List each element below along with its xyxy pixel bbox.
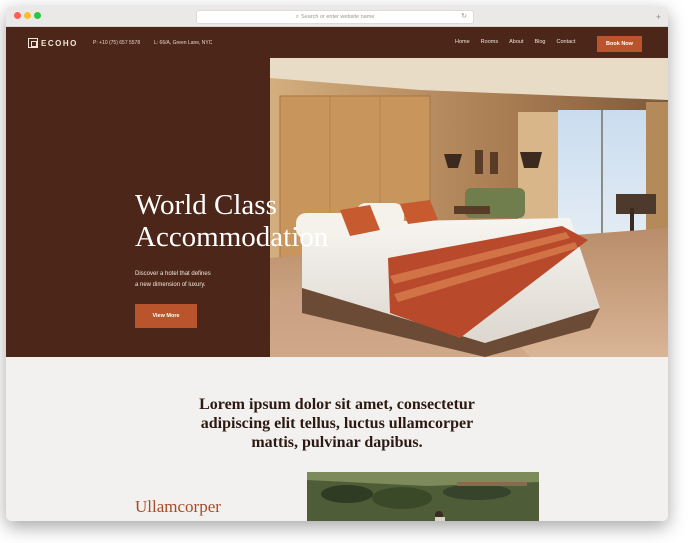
header-address: L: 66/A, Green Lane, NYC [154, 40, 213, 46]
hero-subtitle-line2: a new dimension of luxury. [135, 282, 206, 288]
hero-subtitle-line1: Discover a hotel that defines [135, 271, 211, 277]
landscape-image [307, 472, 539, 521]
intro-section: Lorem ipsum dolor sit amet, consectetur … [6, 357, 668, 521]
book-now-button[interactable]: Book Now [597, 36, 642, 52]
feature-heading: Ullamcorper [135, 497, 221, 516]
hero-title-line1: World Class [135, 189, 277, 221]
nav-link-contact[interactable]: Contact [556, 39, 575, 45]
hero-title: World Class Accommodation [135, 189, 395, 253]
intro-text: Lorem ipsum dolor sit amet, consectetur … [156, 395, 518, 452]
address-bar[interactable]: ⌕ Search or enter website name ↻ [196, 10, 474, 24]
intro-text-line3: mattis, pulvinar dapibus. [251, 434, 423, 451]
logo-icon [28, 38, 38, 48]
nav-link-rooms[interactable]: Rooms [481, 39, 498, 45]
header-phone: P: +10 (75) 657 5578 [93, 40, 141, 46]
address-bar-placeholder: Search or enter website name [301, 14, 375, 20]
nav-link-about[interactable]: About [509, 39, 523, 45]
browser-window: ⌕ Search or enter website name ↻ + ECOHO … [6, 6, 668, 521]
logo[interactable]: ECOHO [28, 37, 78, 49]
reload-icon[interactable]: ↻ [461, 11, 467, 23]
close-window-button[interactable] [14, 12, 21, 19]
landscape-illustration [307, 472, 539, 521]
hero-subtitle: Discover a hotel that defines a new dime… [135, 269, 275, 291]
hero-title-line2: Accommodation [135, 221, 329, 253]
intro-text-line2: adipiscing elit tellus, luctus ullamcorp… [200, 415, 474, 432]
plus-icon[interactable]: + [653, 12, 664, 23]
maximize-window-button[interactable] [34, 12, 41, 19]
main-menu: Home Rooms About Blog Contact [455, 39, 575, 45]
site-header: ECOHO P: +10 (75) 657 5578 L: 66/A, Gree… [6, 27, 668, 58]
minimize-window-button[interactable] [24, 12, 31, 19]
hero-section: World Class Accommodation Discover a hot… [6, 58, 668, 357]
nav-link-blog[interactable]: Blog [534, 39, 545, 45]
view-more-button[interactable]: View More [135, 304, 197, 328]
search-icon: ⌕ [295, 14, 299, 20]
intro-text-line1: Lorem ipsum dolor sit amet, consectetur [199, 396, 475, 413]
browser-toolbar: ⌕ Search or enter website name ↻ + [6, 6, 668, 27]
nav-link-home[interactable]: Home [455, 39, 470, 45]
address-bar-text: ⌕ Search or enter website name [197, 11, 473, 23]
logo-text: ECOHO [41, 38, 78, 48]
